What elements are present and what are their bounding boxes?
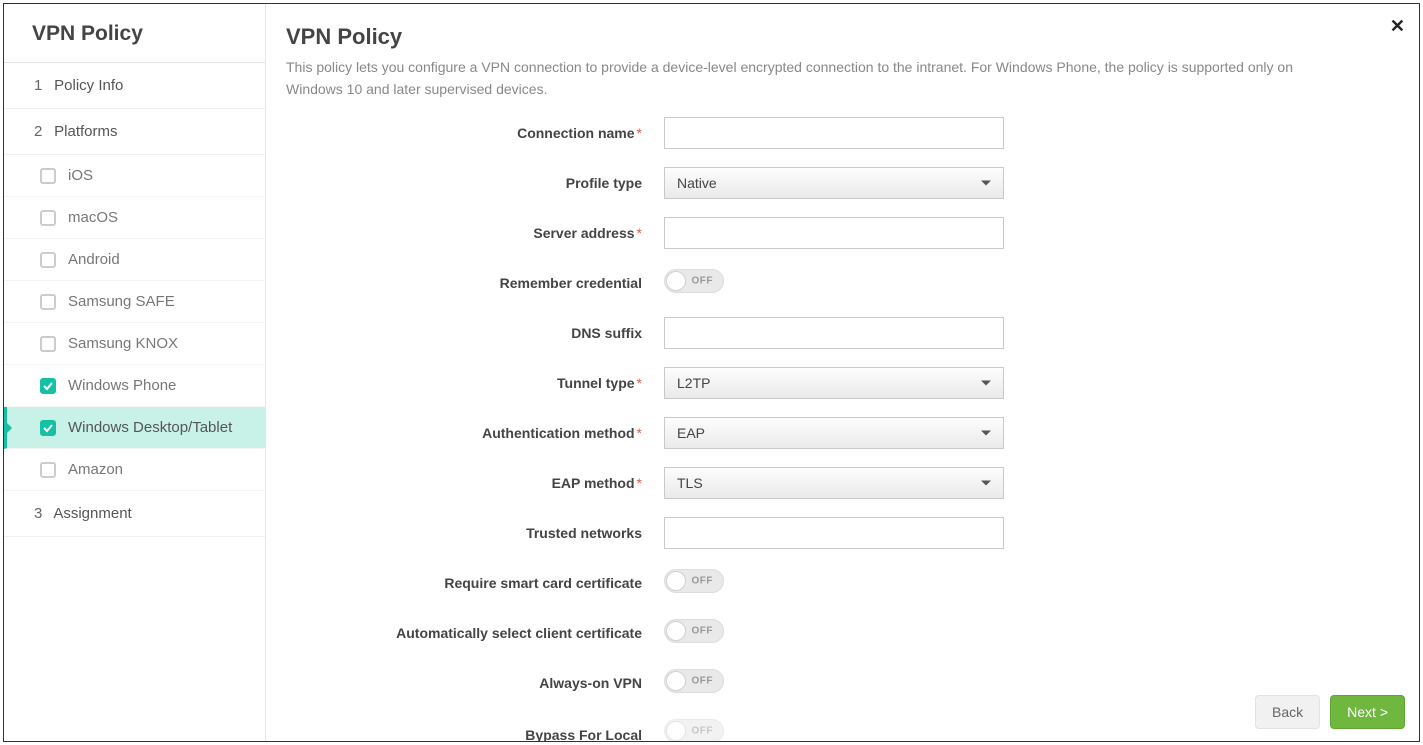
toggle-auto-cert[interactable]: OFF <box>664 619 724 643</box>
label-bypass-local: Bypass For Local <box>286 723 664 741</box>
platform-item-windows-phone[interactable]: Windows Phone <box>4 365 265 407</box>
row-auto-cert: Automatically select client certificate … <box>286 617 1389 649</box>
checkbox-icon[interactable] <box>40 252 56 268</box>
row-always-on: Always-on VPN OFF <box>286 667 1389 699</box>
input-trusted-networks[interactable] <box>664 517 1004 549</box>
row-tunnel-type: Tunnel type* L2TP <box>286 367 1389 399</box>
row-trusted-networks: Trusted networks <box>286 517 1389 549</box>
toggle-state: OFF <box>692 676 714 687</box>
checkbox-icon[interactable] <box>40 420 56 436</box>
platform-label: Samsung SAFE <box>68 293 175 310</box>
row-auth-method: Authentication method* EAP <box>286 417 1389 449</box>
nav-assignment[interactable]: 3 Assignment <box>4 491 265 537</box>
toggle-bypass-local[interactable]: OFF <box>664 719 724 741</box>
sidebar-nav: 1 Policy Info 2 Platforms iOS macOS Andr… <box>4 63 265 537</box>
required-mark: * <box>637 225 642 241</box>
toggle-remember-credential[interactable]: OFF <box>664 269 724 293</box>
platform-label: Android <box>68 251 120 268</box>
row-eap-method: EAP method* TLS <box>286 467 1389 499</box>
main-panel: ✕ VPN Policy This policy lets you config… <box>266 4 1419 741</box>
select-auth-method[interactable]: EAP <box>664 417 1004 449</box>
toggle-always-on[interactable]: OFF <box>664 669 724 693</box>
platform-item-amazon[interactable]: Amazon <box>4 449 265 491</box>
row-smart-card: Require smart card certificate OFF <box>286 567 1389 599</box>
select-tunnel-type[interactable]: L2TP <box>664 367 1004 399</box>
platform-label: Amazon <box>68 461 123 478</box>
required-mark: * <box>637 125 642 141</box>
platform-label: Windows Desktop/Tablet <box>68 419 232 436</box>
platform-item-macos[interactable]: macOS <box>4 197 265 239</box>
platform-item-samsung-safe[interactable]: Samsung SAFE <box>4 281 265 323</box>
label-smart-card: Require smart card certificate <box>286 575 664 591</box>
page-description: This policy lets you configure a VPN con… <box>286 56 1389 101</box>
nav-step-label: Assignment <box>53 505 131 522</box>
row-bypass-local: Bypass For Local OFF <box>286 717 1389 741</box>
platform-item-samsung-knox[interactable]: Samsung KNOX <box>4 323 265 365</box>
row-remember-credential: Remember credential OFF <box>286 267 1389 299</box>
label-dns-suffix: DNS suffix <box>286 325 664 341</box>
back-button[interactable]: Back <box>1255 695 1320 729</box>
close-icon[interactable]: ✕ <box>1390 16 1405 37</box>
nav-step-number: 2 <box>34 123 50 140</box>
label-auto-cert: Automatically select client certificate <box>286 625 664 641</box>
label-remember-credential: Remember credential <box>286 275 664 291</box>
nav-platforms[interactable]: 2 Platforms <box>4 109 265 155</box>
row-profile-type: Profile type Native <box>286 167 1389 199</box>
footer-buttons: Back Next > <box>1255 695 1405 729</box>
input-dns-suffix[interactable] <box>664 317 1004 349</box>
page-title: VPN Policy <box>286 24 1389 50</box>
sidebar-title: VPN Policy <box>4 4 265 63</box>
toggle-state: OFF <box>692 276 714 287</box>
checkbox-icon[interactable] <box>40 378 56 394</box>
checkbox-icon[interactable] <box>40 294 56 310</box>
nav-step-label: Policy Info <box>54 77 123 94</box>
platform-item-android[interactable]: Android <box>4 239 265 281</box>
row-server-address: Server address* <box>286 217 1389 249</box>
toggle-knob <box>666 271 686 291</box>
toggle-state: OFF <box>692 726 714 737</box>
input-server-address[interactable] <box>664 217 1004 249</box>
required-mark: * <box>637 375 642 391</box>
platform-item-ios[interactable]: iOS <box>4 155 265 197</box>
nav-step-label: Platforms <box>54 123 117 140</box>
platform-label: macOS <box>68 209 118 226</box>
toggle-knob <box>666 571 686 591</box>
select-eap-method[interactable]: TLS <box>664 467 1004 499</box>
input-connection-name[interactable] <box>664 117 1004 149</box>
toggle-knob <box>666 621 686 641</box>
label-auth-method: Authentication method* <box>286 425 664 441</box>
platform-label: iOS <box>68 167 93 184</box>
platform-item-windows-desktop[interactable]: Windows Desktop/Tablet <box>4 407 265 449</box>
sidebar: VPN Policy 1 Policy Info 2 Platforms iOS… <box>4 4 266 741</box>
toggle-state: OFF <box>692 576 714 587</box>
toggle-state: OFF <box>692 626 714 637</box>
checkbox-icon[interactable] <box>40 210 56 226</box>
checkbox-icon[interactable] <box>40 168 56 184</box>
nav-step-number: 3 <box>34 505 50 522</box>
label-server-address: Server address* <box>286 225 664 241</box>
vpn-policy-dialog: VPN Policy 1 Policy Info 2 Platforms iOS… <box>3 3 1420 742</box>
toggle-knob <box>666 671 686 691</box>
platform-label: Windows Phone <box>68 377 176 394</box>
label-connection-name: Connection name* <box>286 125 664 141</box>
row-dns-suffix: DNS suffix <box>286 317 1389 349</box>
nav-step-number: 1 <box>34 77 50 94</box>
checkbox-icon[interactable] <box>40 462 56 478</box>
vpn-form: Connection name* Profile type Native Ser… <box>286 117 1389 741</box>
label-trusted-networks: Trusted networks <box>286 525 664 541</box>
required-mark: * <box>637 475 642 491</box>
checkbox-icon[interactable] <box>40 336 56 352</box>
label-profile-type: Profile type <box>286 175 664 191</box>
label-eap-method: EAP method* <box>286 475 664 491</box>
label-always-on: Always-on VPN <box>286 675 664 691</box>
required-mark: * <box>637 425 642 441</box>
row-connection-name: Connection name* <box>286 117 1389 149</box>
toggle-smart-card[interactable]: OFF <box>664 569 724 593</box>
platform-label: Samsung KNOX <box>68 335 178 352</box>
select-profile-type[interactable]: Native <box>664 167 1004 199</box>
label-tunnel-type: Tunnel type* <box>286 375 664 391</box>
toggle-knob <box>666 721 686 741</box>
next-button[interactable]: Next > <box>1330 695 1405 729</box>
nav-policy-info[interactable]: 1 Policy Info <box>4 63 265 109</box>
